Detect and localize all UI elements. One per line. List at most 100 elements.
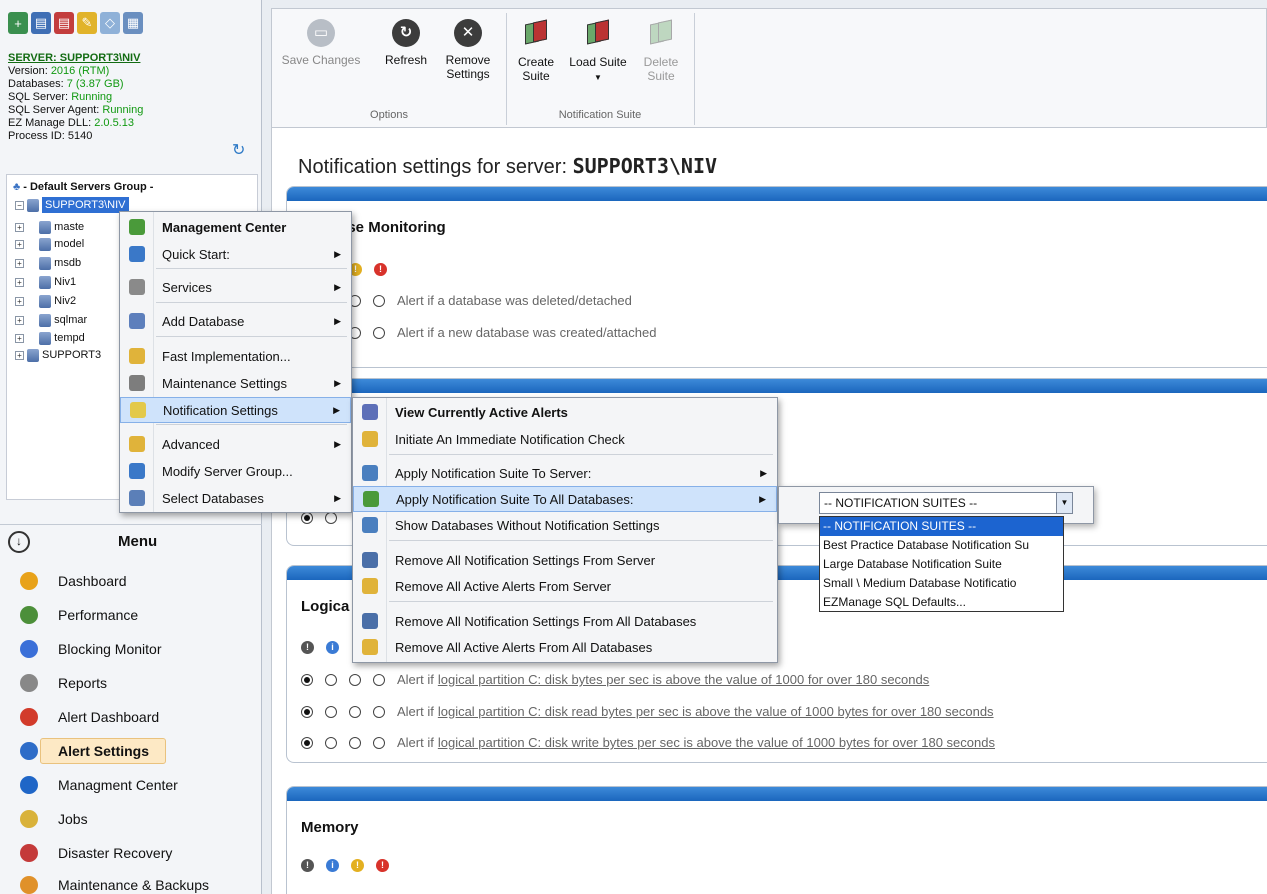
radio-button[interactable] bbox=[349, 673, 361, 686]
create-suite-button[interactable]: Create Suite bbox=[510, 19, 562, 83]
tree-server-2[interactable]: + SUPPORT3 bbox=[15, 347, 101, 363]
suite-option[interactable]: Small \ Medium Database Notificatio bbox=[820, 574, 1063, 593]
radio-button[interactable] bbox=[373, 673, 385, 686]
collapse-icon[interactable]: − bbox=[15, 200, 24, 210]
remove-server-icon[interactable]: ▤ bbox=[54, 12, 74, 34]
tree-db[interactable]: + maste bbox=[15, 219, 84, 235]
nav-item[interactable]: Managment Center bbox=[0, 770, 262, 800]
context-menu-item[interactable]: Notification Settings ▶ bbox=[120, 397, 351, 423]
tree-db[interactable]: + model bbox=[15, 236, 84, 252]
load-suite-button[interactable]: Load Suite ▼ bbox=[566, 19, 630, 85]
expand-icon[interactable]: + bbox=[15, 277, 24, 287]
context-menu-item[interactable]: Quick Start: ▶ bbox=[120, 241, 351, 267]
alert-row[interactable]: Alert if a database was deleted/detached bbox=[349, 293, 632, 308]
context-menu-item[interactable]: Select Databases ▶ bbox=[120, 485, 351, 511]
server-icon[interactable]: ▤ bbox=[31, 12, 51, 34]
radio-button-checked[interactable] bbox=[301, 673, 313, 686]
submenu-item[interactable]: View Currently Active Alerts bbox=[353, 399, 777, 425]
suite-select[interactable]: -- NOTIFICATION SUITES -- ▼ bbox=[819, 492, 1073, 514]
radio-button-checked[interactable] bbox=[301, 705, 313, 718]
alert-link[interactable]: logical partition C: disk read bytes per… bbox=[438, 704, 994, 719]
alert-row[interactable]: Alert if a new database was created/atta… bbox=[349, 325, 656, 340]
context-menu-item[interactable]: Maintenance Settings ▶ bbox=[120, 370, 351, 396]
radio-button[interactable] bbox=[349, 736, 361, 749]
tree-db[interactable]: + Niv1 bbox=[15, 274, 76, 290]
radio-button[interactable] bbox=[325, 736, 337, 749]
nav-item[interactable]: Jobs bbox=[0, 804, 262, 834]
radio-button[interactable] bbox=[373, 736, 385, 749]
context-menu-item[interactable]: Advanced ▶ bbox=[120, 431, 351, 457]
submenu-item[interactable]: Remove All Active Alerts From All Databa… bbox=[353, 634, 777, 660]
context-menu-item[interactable]: Services ▶ bbox=[120, 274, 351, 300]
radio-button[interactable] bbox=[373, 294, 385, 307]
context-menu-item[interactable]: Management Center bbox=[120, 214, 351, 240]
refresh-icon[interactable]: ↻ bbox=[232, 140, 245, 160]
remove-settings-button[interactable]: ✕ Remove Settings bbox=[438, 19, 498, 81]
radio-button[interactable] bbox=[325, 705, 337, 718]
submenu-item[interactable]: Show Databases Without Notification Sett… bbox=[353, 512, 777, 538]
menu-collapse-icon[interactable]: ↓ bbox=[8, 531, 30, 553]
nav-item[interactable]: Reports bbox=[0, 668, 262, 698]
radio-button-checked[interactable] bbox=[301, 512, 313, 524]
expand-icon[interactable]: + bbox=[15, 222, 24, 232]
nav-item[interactable]: Alert Dashboard bbox=[0, 702, 262, 732]
submenu-item[interactable]: Remove All Active Alerts From Server bbox=[353, 573, 777, 599]
alert-row[interactable]: Alert if logical partition C: disk write … bbox=[301, 735, 995, 750]
add-server-icon[interactable]: + bbox=[8, 12, 28, 34]
refresh-button[interactable]: ↻ Refresh bbox=[378, 19, 434, 67]
settings-icon[interactable]: ▦ bbox=[123, 12, 143, 34]
alert-row[interactable]: Alert if logical partition C: disk read b… bbox=[301, 704, 994, 719]
sql-server-status: Running bbox=[71, 91, 113, 103]
suite-option[interactable]: Large Database Notification Suite bbox=[820, 555, 1063, 574]
expand-icon[interactable]: + bbox=[15, 350, 24, 360]
tree-db[interactable]: + msdb bbox=[15, 255, 81, 271]
submenu-item[interactable]: Apply Notification Suite To All Database… bbox=[353, 486, 777, 512]
submenu-item[interactable]: Apply Notification Suite To Server: ▶ bbox=[353, 460, 777, 486]
nav-item[interactable]: Performance bbox=[0, 600, 262, 630]
nav-item-icon bbox=[20, 572, 38, 590]
suite-option[interactable]: -- NOTIFICATION SUITES -- bbox=[820, 517, 1063, 536]
radio-button[interactable] bbox=[325, 673, 337, 686]
expand-icon[interactable]: + bbox=[15, 239, 24, 249]
nav-item[interactable]: Blocking Monitor bbox=[0, 634, 262, 664]
save-changes-button[interactable]: ▭ Save Changes bbox=[278, 19, 364, 67]
expand-icon[interactable]: + bbox=[15, 333, 24, 343]
menu-item-icon bbox=[363, 491, 379, 507]
radio-button[interactable] bbox=[325, 512, 337, 524]
tree-db[interactable]: + Niv2 bbox=[15, 293, 76, 309]
server-title[interactable]: SERVER: SUPPORT3\NIV bbox=[8, 52, 143, 65]
radio-button[interactable] bbox=[373, 326, 385, 339]
submenu-item[interactable]: Remove All Notification Settings From Al… bbox=[353, 608, 777, 634]
alert-link[interactable]: logical partition C: disk write bytes pe… bbox=[438, 735, 995, 750]
connect-icon[interactable]: ◇ bbox=[100, 12, 120, 34]
alert-row[interactable]: Alert if logical partition C: disk bytes … bbox=[301, 672, 929, 687]
alert-row[interactable] bbox=[301, 512, 349, 524]
context-menu-item[interactable]: Modify Server Group... bbox=[120, 458, 351, 484]
tree-db[interactable]: + tempd bbox=[15, 330, 85, 346]
tree-db[interactable]: + sqlmar bbox=[15, 312, 87, 328]
tree-server[interactable]: − SUPPORT3\NIV bbox=[15, 197, 129, 213]
context-menu-item[interactable]: Fast Implementation... bbox=[120, 343, 351, 369]
nav-item[interactable]: Dashboard bbox=[0, 566, 262, 596]
radio-button[interactable] bbox=[349, 705, 361, 718]
context-menu-item[interactable]: Add Database ▶ bbox=[120, 308, 351, 334]
tree-group[interactable]: ♣ - Default Servers Group - bbox=[13, 179, 153, 195]
radio-button-checked[interactable] bbox=[301, 736, 313, 749]
nav-item[interactable]: Disaster Recovery bbox=[0, 838, 262, 868]
suite-option[interactable]: EZManage SQL Defaults... bbox=[820, 593, 1063, 611]
chevron-down-icon[interactable]: ▼ bbox=[1056, 493, 1072, 513]
alert-link[interactable]: logical partition C: disk bytes per sec … bbox=[438, 672, 929, 687]
submenu-arrow-icon: ▶ bbox=[760, 467, 767, 478]
submenu-item[interactable]: Remove All Notification Settings From Se… bbox=[353, 547, 777, 573]
expand-icon[interactable]: + bbox=[15, 258, 24, 268]
expand-icon[interactable]: + bbox=[15, 315, 24, 325]
nav-item[interactable]: Alert Settings bbox=[0, 736, 262, 766]
nav-item[interactable]: Maintenance & Backups bbox=[0, 870, 262, 894]
delete-suite-button[interactable]: Delete Suite bbox=[636, 19, 686, 83]
suite-option[interactable]: Best Practice Database Notification Su bbox=[820, 536, 1063, 555]
toolbar: + ▤ ▤ ✎ ◇ ▦ bbox=[8, 12, 143, 34]
radio-button[interactable] bbox=[373, 705, 385, 718]
submenu-item[interactable]: Initiate An Immediate Notification Check bbox=[353, 426, 777, 452]
wizard-icon[interactable]: ✎ bbox=[77, 12, 97, 34]
expand-icon[interactable]: + bbox=[15, 296, 24, 306]
